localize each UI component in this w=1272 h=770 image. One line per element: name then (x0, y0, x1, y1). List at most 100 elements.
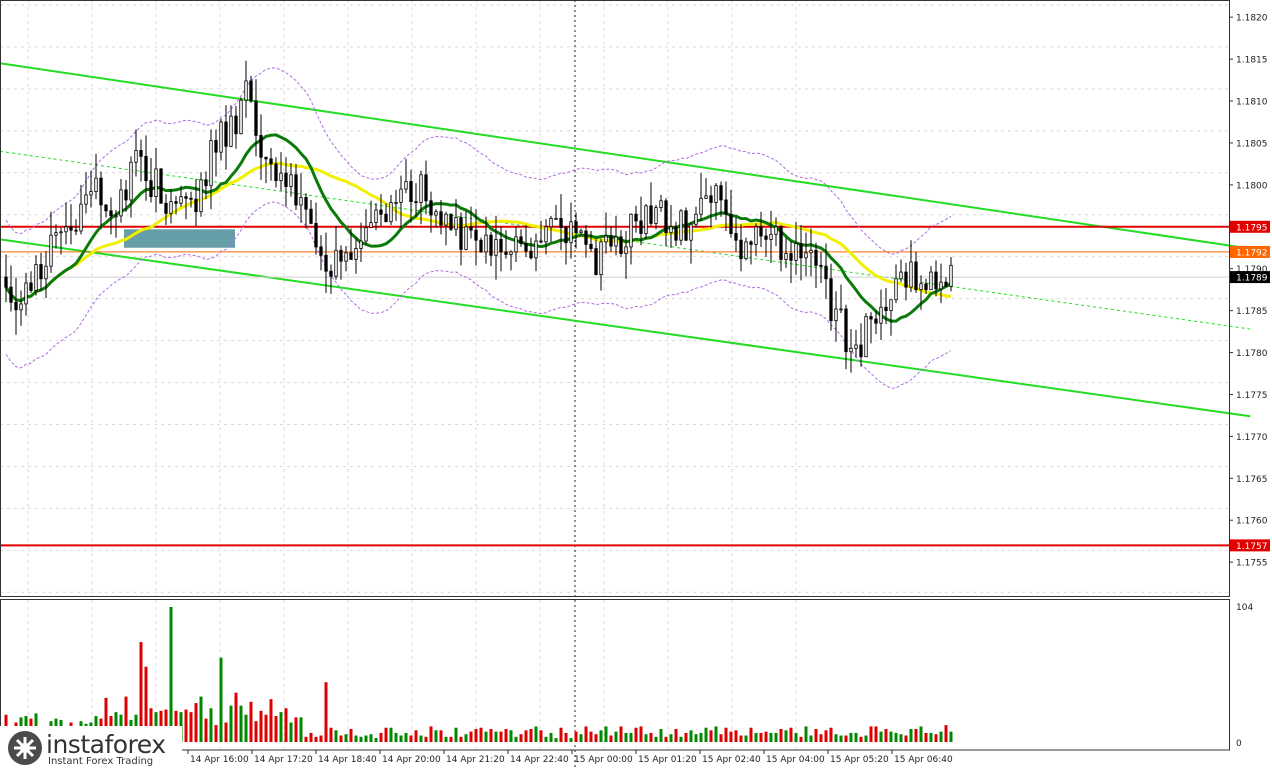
candle-body (9, 286, 13, 303)
volume-bar (389, 727, 393, 742)
candle-body (939, 281, 943, 290)
y-tick-label: 1.1755 (1236, 559, 1268, 569)
volume-bar (184, 709, 188, 742)
volume-bar (669, 734, 673, 742)
candle-body (869, 316, 873, 320)
candle-body (294, 174, 298, 206)
volume-bar (504, 729, 508, 742)
volume-bar (889, 731, 893, 742)
volume-bar (594, 734, 598, 742)
volume-bar (524, 730, 528, 742)
candle-body (384, 213, 388, 223)
candle-body (319, 246, 323, 256)
candle-body (839, 308, 843, 311)
volume-bar (339, 735, 343, 742)
candle-body (154, 168, 158, 197)
volume-bar (494, 731, 498, 742)
candle-body (564, 227, 568, 244)
candle-body (549, 217, 553, 228)
volume-bar (579, 734, 583, 742)
volume-bar (929, 732, 933, 742)
candle-body (884, 306, 888, 312)
candle-body (284, 172, 288, 187)
volume-bar (439, 730, 443, 742)
candle-body (589, 243, 593, 249)
candle-body (429, 200, 433, 216)
candle-body (754, 226, 758, 245)
volume-bar (534, 726, 538, 742)
candle-body (279, 172, 283, 182)
volume-bar (559, 727, 563, 742)
candle-body (949, 264, 953, 287)
volume-bar (544, 736, 548, 742)
candle-body (499, 238, 503, 253)
candle-body (489, 234, 493, 256)
candle-body (204, 179, 208, 187)
instaforex-logo: instaforex Instant Forex Trading (0, 726, 182, 770)
candle-body (169, 201, 173, 214)
candle-body (184, 196, 188, 199)
y-tick-label: 1.1760 (1236, 517, 1268, 527)
candle (864, 313, 868, 358)
volume-bar (284, 708, 288, 742)
x-tick-label: 15 Apr 02:40 (702, 755, 761, 765)
candle-body (249, 80, 253, 102)
volume-max-label: 104 (1236, 603, 1253, 613)
candle-body (149, 180, 153, 197)
x-tick-label: 14 Apr 21:20 (446, 755, 505, 765)
volume-bar (529, 729, 533, 742)
volume-bar (189, 712, 193, 742)
volume-bar (204, 718, 208, 742)
volume-bar (289, 722, 293, 742)
volume-bar (599, 730, 603, 742)
volume-bar (639, 726, 643, 742)
volume-bar (724, 727, 728, 742)
candle-body (449, 213, 453, 230)
candle-body (759, 226, 763, 237)
candle (159, 168, 163, 204)
candle-body (234, 115, 238, 135)
candle-body (39, 264, 43, 280)
candle-body (779, 226, 783, 260)
candle-body (414, 201, 418, 204)
candle (479, 237, 483, 253)
candle-body (199, 179, 203, 213)
volume-bar (789, 727, 793, 742)
x-tick-label: 15 Apr 05:20 (830, 755, 889, 765)
y-tick-label: 1.1805 (1236, 139, 1268, 149)
candle-body (404, 181, 408, 190)
candle-body (239, 99, 243, 135)
instaforex-logo-icon (8, 731, 42, 765)
volume-bar (659, 729, 663, 742)
volume-bar (354, 735, 358, 742)
candle-body (459, 217, 463, 250)
volume-bar (749, 727, 753, 742)
candle-body (44, 265, 48, 280)
candle-body (599, 241, 603, 275)
volume-bar (564, 732, 568, 742)
candle-body (654, 207, 658, 224)
volume-bar (719, 734, 723, 742)
candle-body (454, 217, 458, 230)
candle-body (209, 140, 213, 187)
candle (449, 213, 453, 231)
volume-bar (404, 732, 408, 742)
candle (684, 207, 688, 242)
volume-bar (359, 736, 363, 742)
volume-bar (199, 696, 203, 742)
candle-body (54, 232, 58, 236)
volume-bar (869, 726, 873, 742)
x-tick-label: 14 Apr 18:40 (318, 755, 377, 765)
candle-body (159, 168, 163, 204)
price-tag-label: 1.1792 (1236, 248, 1268, 258)
candle-body (34, 264, 38, 291)
volume-bar (474, 729, 478, 742)
price-tag-label: 1.1757 (1236, 542, 1268, 552)
candle-body (274, 163, 278, 182)
candle-body (369, 222, 373, 229)
candle-body (409, 181, 413, 203)
candle-body (639, 220, 643, 234)
volume-bar (704, 727, 708, 742)
volume-bar (709, 730, 713, 742)
y-tick-label: 1.1820 (1236, 14, 1268, 24)
